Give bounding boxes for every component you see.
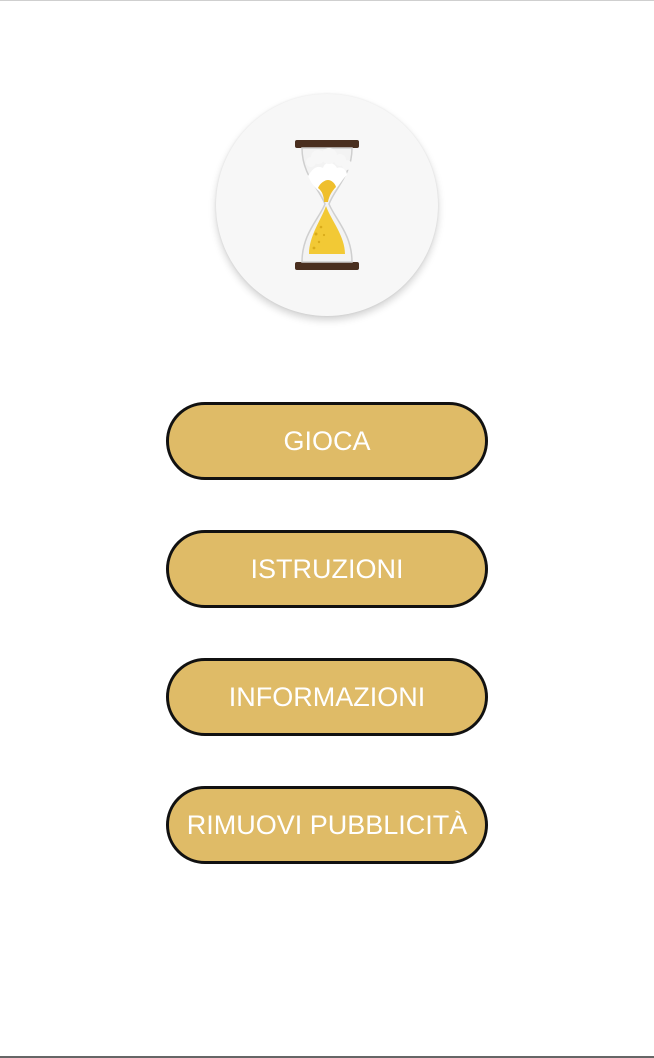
information-button[interactable]: INFORMAZIONI xyxy=(166,658,488,736)
main-menu: GIOCA ISTRUZIONI INFORMAZIONI RIMUOVI PU… xyxy=(166,402,488,864)
instructions-button[interactable]: ISTRUZIONI xyxy=(166,530,488,608)
play-button[interactable]: GIOCA xyxy=(166,402,488,480)
app-logo xyxy=(216,94,438,316)
top-divider xyxy=(0,0,654,1)
hourglass-beer-icon xyxy=(295,140,359,270)
remove-ads-button[interactable]: RIMUOVI PUBBLICITÀ xyxy=(166,786,488,864)
